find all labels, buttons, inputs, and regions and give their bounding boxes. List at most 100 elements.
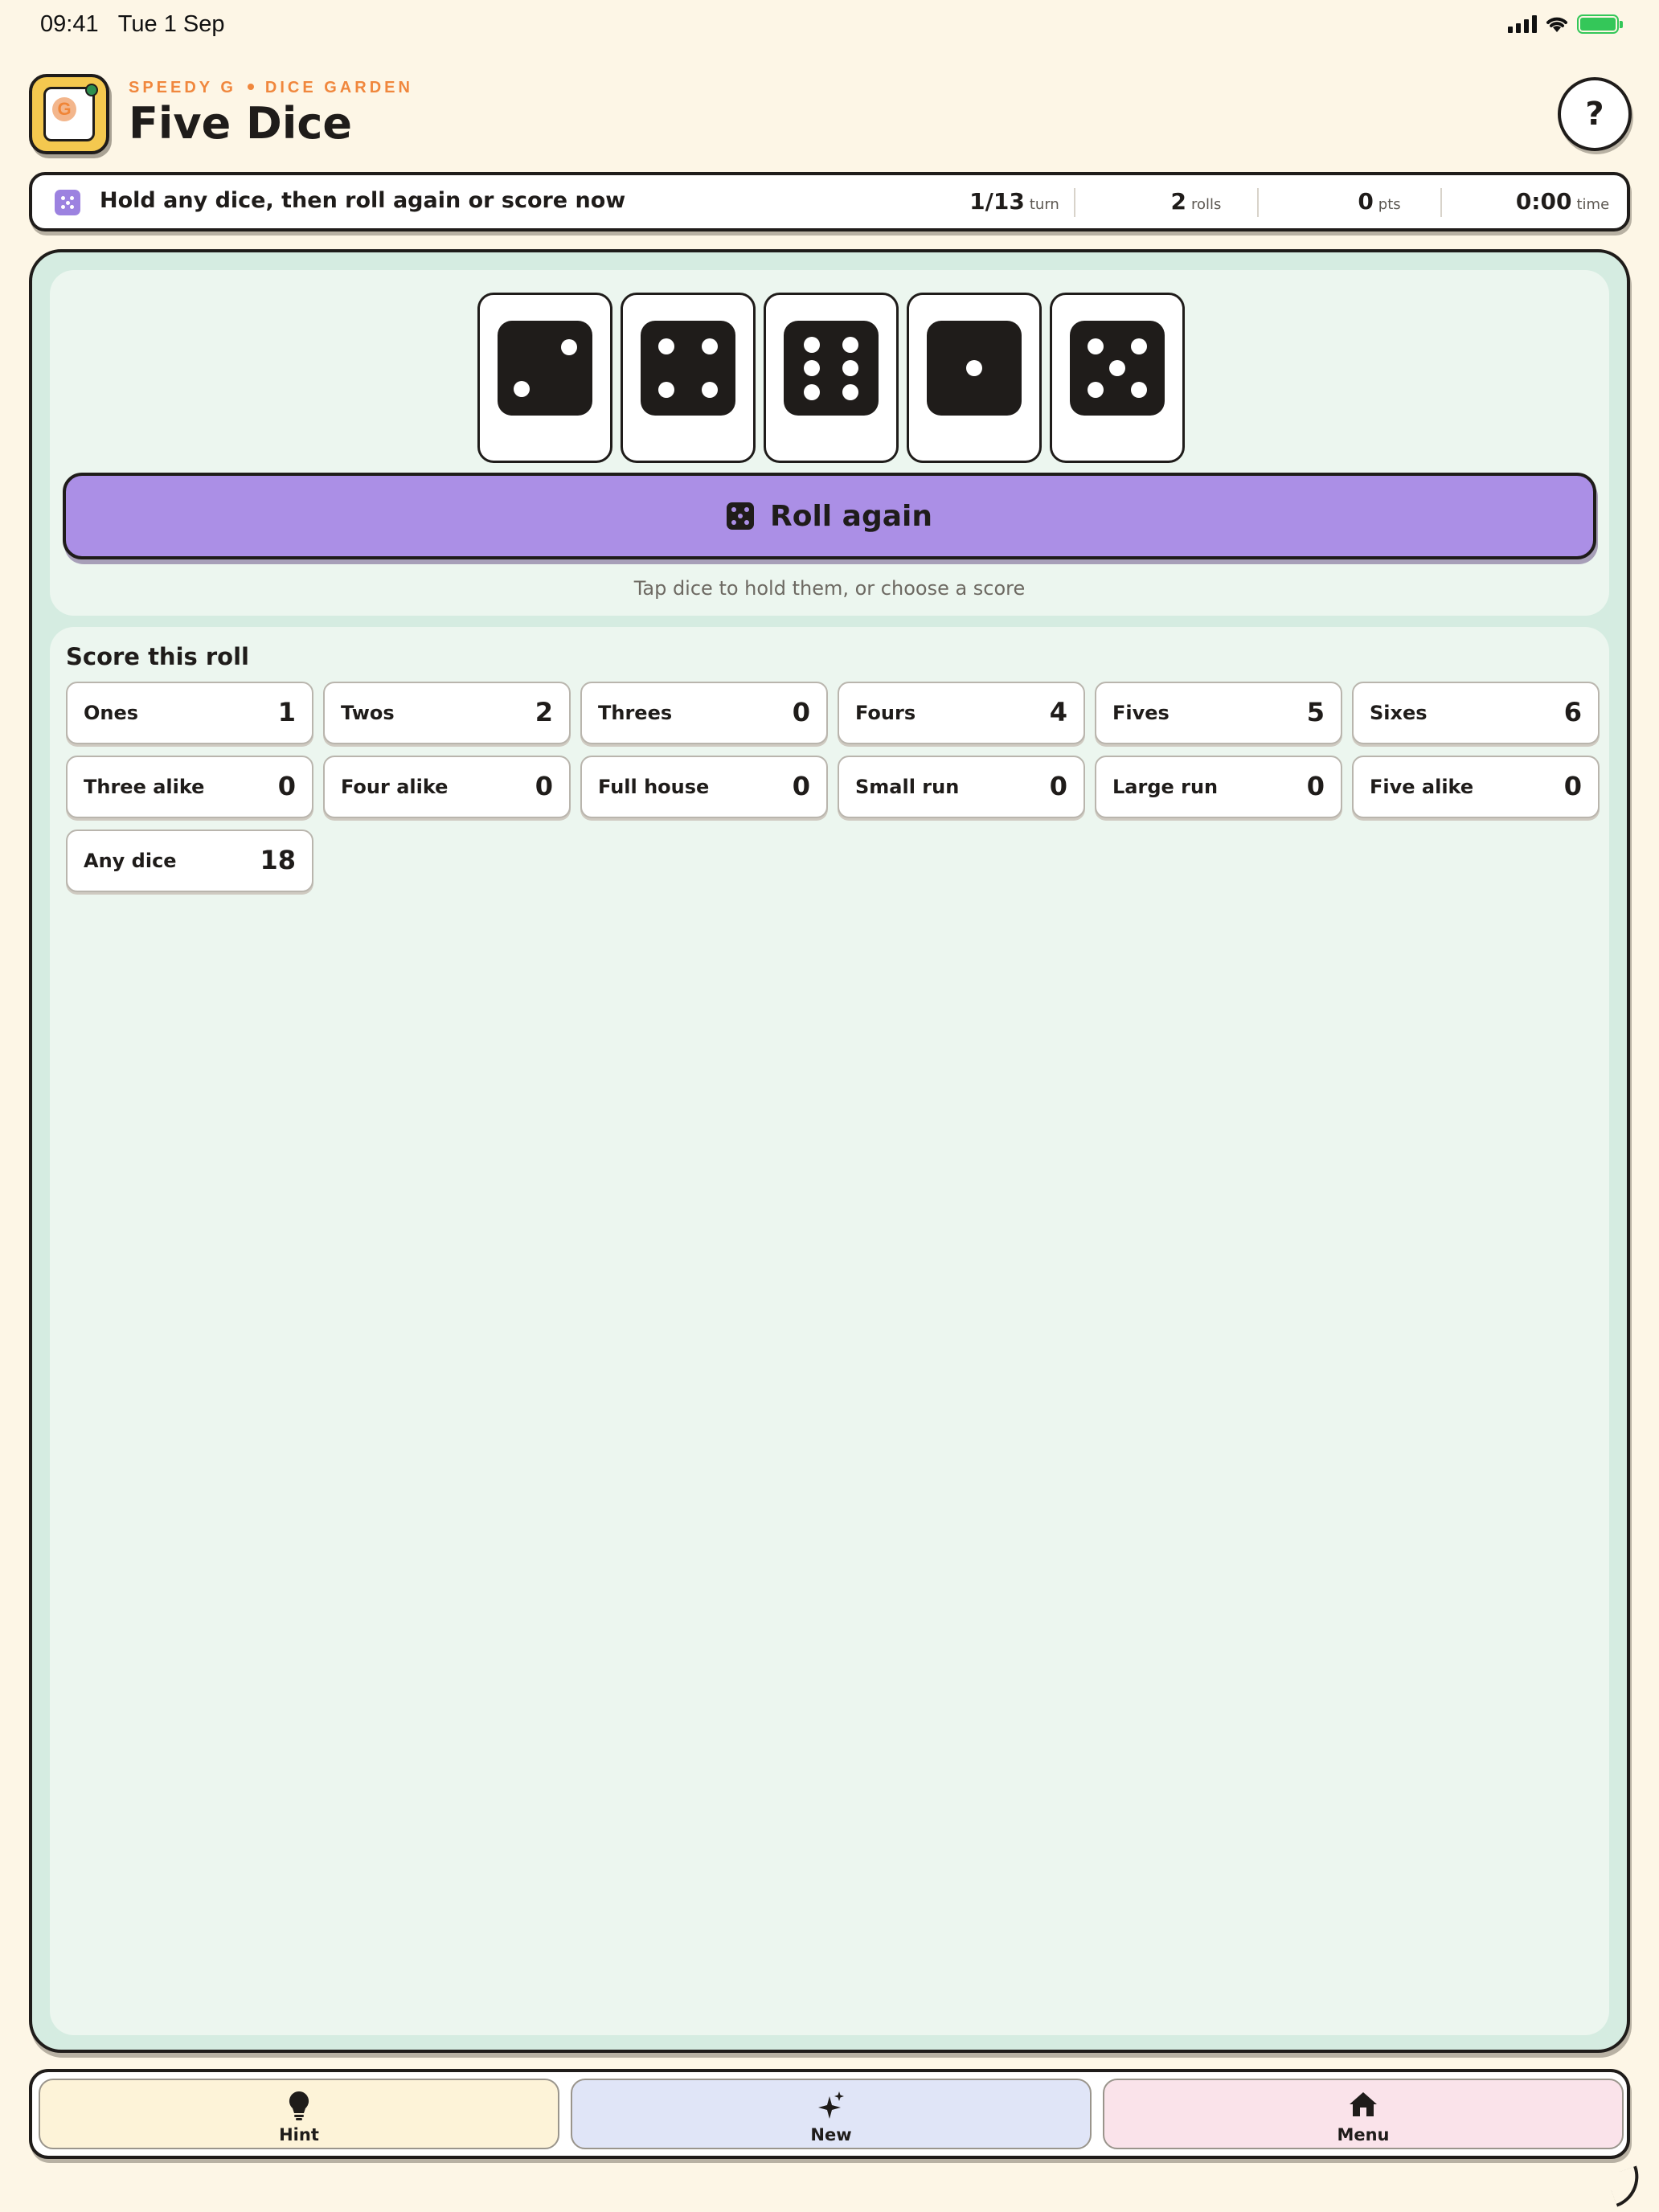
menu-label: Menu [1337, 2125, 1390, 2144]
score-cell-sixes[interactable]: Sixes 6 [1352, 682, 1600, 744]
die-1[interactable] [477, 293, 612, 463]
app-icon: G [29, 74, 109, 154]
score-value: 0 [1306, 771, 1325, 801]
score-cell-four-alike[interactable]: Four alike 0 [323, 756, 571, 818]
score-value: 0 [792, 771, 810, 801]
game-status-bar: Hold any dice, then roll again or score … [29, 172, 1630, 231]
score-category-label: Fours [855, 702, 916, 724]
bottom-toolbar: Hint New Menu [29, 2069, 1630, 2159]
pip [1131, 338, 1148, 354]
pip [842, 360, 858, 376]
pip [1109, 360, 1125, 376]
dice-icon [55, 190, 80, 215]
score-cell-ones[interactable]: Ones 1 [66, 682, 313, 744]
pip [842, 336, 858, 353]
die-face-2 [498, 321, 592, 416]
score-cell-large-run[interactable]: Large run 0 [1095, 756, 1342, 818]
pip [560, 339, 577, 356]
turn-counter: 1/13 turn [969, 188, 1059, 215]
dice-hint: Tap dice to hold them, or choose a score [633, 577, 1026, 600]
score-cell-twos[interactable]: Twos 2 [323, 682, 571, 744]
dice-icon [727, 502, 754, 530]
die-face-5 [1070, 321, 1165, 416]
home-icon [1350, 2092, 1377, 2116]
score-cell-fours[interactable]: Fours 4 [838, 682, 1085, 744]
menu-button[interactable]: Menu [1103, 2079, 1624, 2149]
die-face-4 [641, 321, 735, 416]
score-category-label: Ones [84, 702, 139, 724]
score-cell-five-alike[interactable]: Five alike 0 [1352, 756, 1600, 818]
score-value: 6 [1563, 697, 1582, 727]
app-kicker: SPEEDY G DICE GARDEN [129, 79, 413, 96]
score-value: 2 [535, 697, 553, 727]
score-category-label: Any dice [84, 850, 177, 872]
score-category-label: Twos [341, 702, 395, 724]
score-value: 0 [1049, 771, 1067, 801]
score-category-label: Full house [598, 776, 710, 798]
roll-again-button[interactable]: Roll again [63, 473, 1596, 559]
score-category-label: Four alike [341, 776, 449, 798]
score-category-label: Three alike [84, 776, 205, 798]
game-board: Roll again Tap dice to hold them, or cho… [29, 249, 1630, 2053]
die-2[interactable] [621, 293, 756, 463]
score-category-label: Fives [1112, 702, 1169, 724]
score-value: 5 [1306, 697, 1325, 727]
sparkle-icon [818, 2091, 844, 2119]
status-time: 09:41 Tue 1 Sep [40, 11, 225, 37]
score-value: 0 [277, 771, 296, 801]
score-value: 0 [1563, 771, 1582, 801]
pip [1087, 382, 1104, 399]
score-value: 1 [277, 697, 296, 727]
pip [657, 382, 674, 399]
help-button[interactable]: ? [1558, 77, 1632, 151]
page-title: Five Dice [129, 98, 352, 149]
pip [804, 383, 821, 400]
hint-label: Hint [279, 2125, 319, 2144]
score-cell-any-dice[interactable]: Any dice 18 [66, 830, 313, 892]
score-value: 0 [792, 697, 810, 727]
pip [1087, 338, 1104, 354]
status-message: Hold any dice, then roll again or score … [100, 188, 626, 213]
points-counter: 0 pts [1358, 188, 1401, 215]
pip [804, 336, 821, 353]
score-value: 4 [1049, 697, 1067, 727]
score-category-label: Five alike [1370, 776, 1474, 798]
score-category-label: Large run [1112, 776, 1219, 798]
score-cell-three-alike[interactable]: Three alike 0 [66, 756, 313, 818]
pip [842, 383, 858, 400]
battery-charging-icon [1577, 14, 1623, 34]
roll-again-label: Roll again [770, 499, 932, 533]
score-category-label: Threes [598, 702, 673, 724]
rolls-counter: 2 rolls [1170, 188, 1222, 215]
score-panel: Score this roll Ones 1 Twos 2 Threes 0 Fours 4 F… [50, 627, 1609, 2035]
score-category-label: Sixes [1370, 702, 1428, 724]
hint-button[interactable]: Hint [39, 2079, 559, 2149]
die-4[interactable] [907, 293, 1042, 463]
score-cell-small-run[interactable]: Small run 0 [838, 756, 1085, 818]
score-cell-full-house[interactable]: Full house 0 [580, 756, 828, 818]
pip [702, 382, 719, 399]
status-bar: 09:41 Tue 1 Sep [0, 0, 1659, 51]
new-game-button[interactable]: New [571, 2079, 1092, 2149]
score-cell-fives[interactable]: Fives 5 [1095, 682, 1342, 744]
dice-panel: Roll again Tap dice to hold them, or cho… [50, 270, 1609, 616]
die-3[interactable] [764, 293, 899, 463]
die-face-1 [927, 321, 1022, 416]
pip [966, 360, 982, 376]
pip [804, 360, 821, 376]
lightbulb-icon [289, 2091, 309, 2120]
pip [1131, 382, 1148, 399]
score-panel-title: Score this roll [66, 643, 249, 670]
pip [702, 338, 719, 354]
wifi-icon [1546, 17, 1567, 32]
score-value: 18 [260, 845, 296, 875]
pip [657, 338, 674, 354]
score-value: 0 [535, 771, 553, 801]
die-5[interactable] [1050, 293, 1185, 463]
signal-icon [1508, 15, 1537, 33]
die-face-6 [784, 321, 879, 416]
new-label: New [810, 2125, 852, 2144]
score-category-label: Small run [855, 776, 960, 798]
score-cell-threes[interactable]: Threes 0 [580, 682, 828, 744]
pip [513, 380, 530, 397]
